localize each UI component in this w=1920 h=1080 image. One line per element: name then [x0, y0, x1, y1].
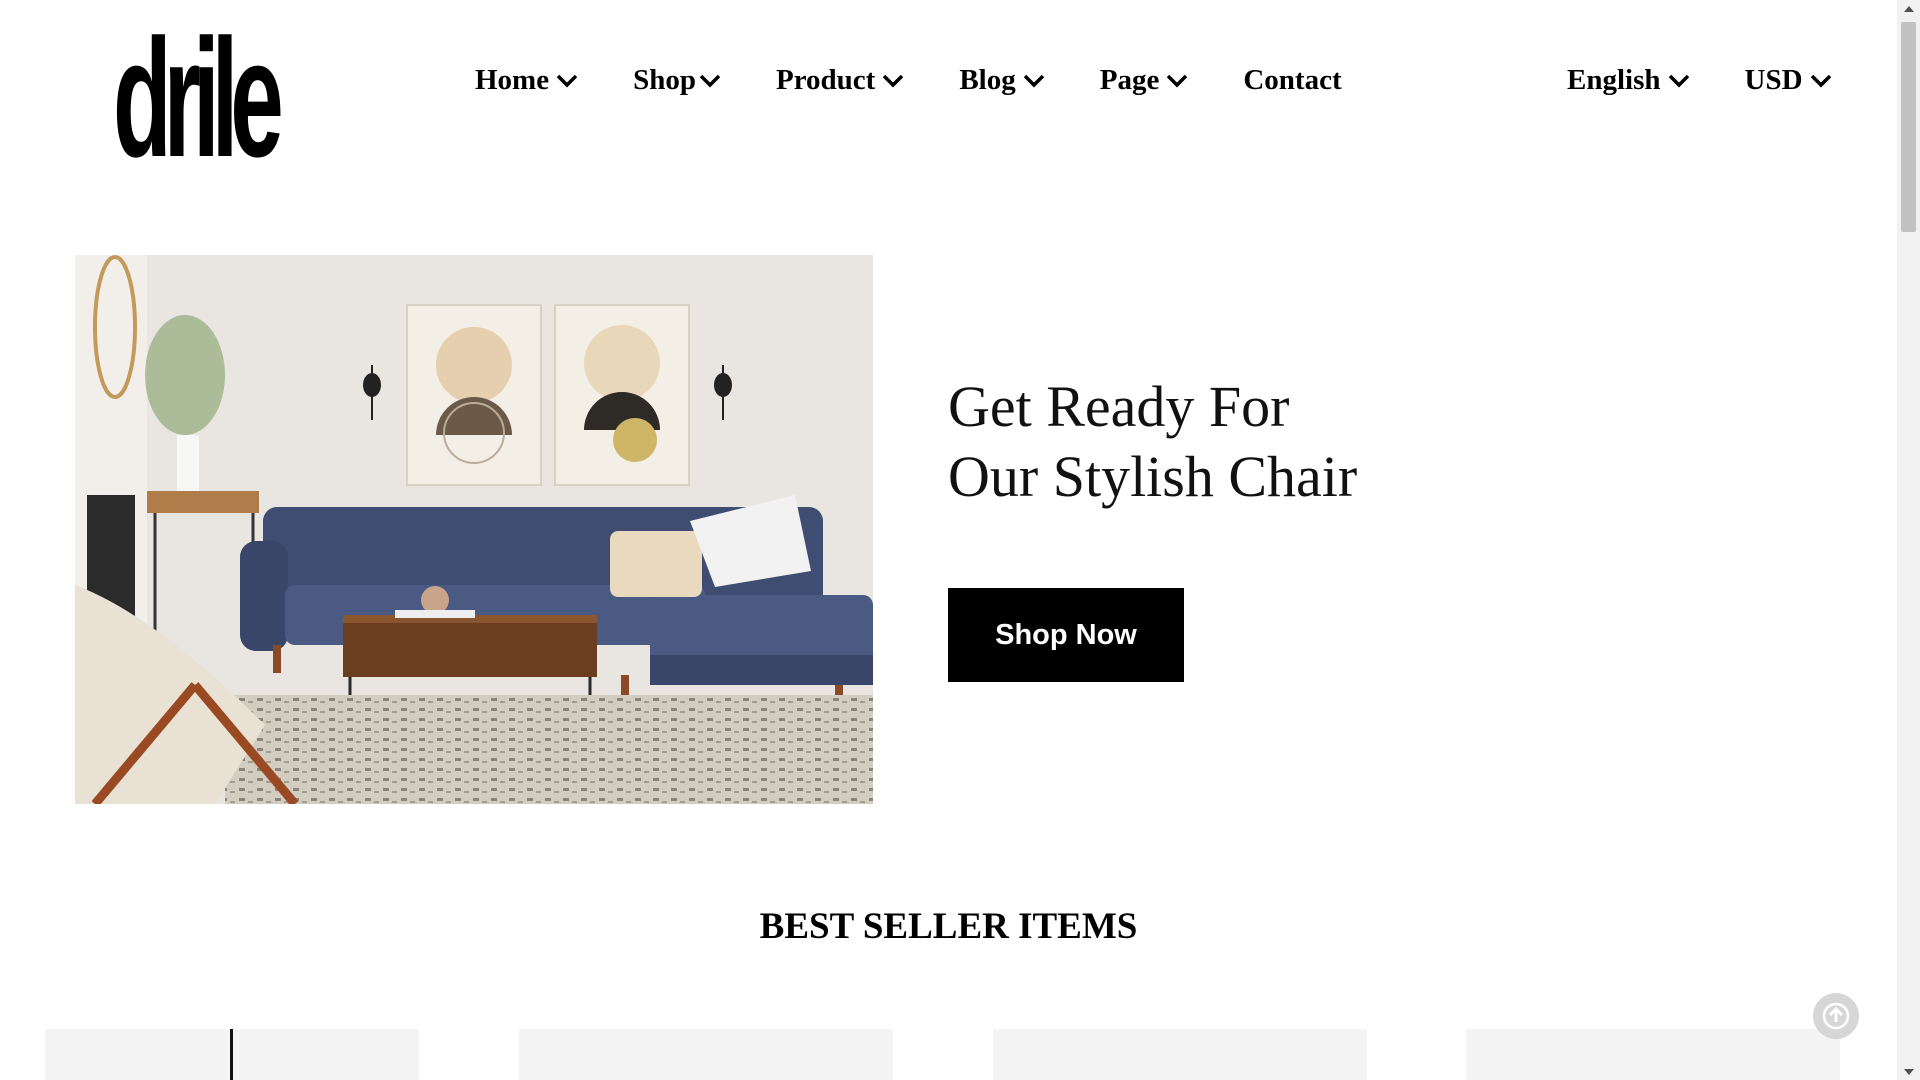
- language-selector[interactable]: English: [1567, 64, 1691, 97]
- nav-item-label: Shop: [633, 64, 696, 96]
- nav-item-shop[interactable]: Shop: [633, 64, 722, 97]
- nav-item-product[interactable]: Product: [776, 64, 905, 97]
- nav-item-label: Home: [475, 64, 550, 96]
- logo-text: drile: [113, 5, 284, 193]
- chevron-down-icon: [556, 74, 578, 87]
- currency-label: USD: [1744, 64, 1803, 96]
- product-card[interactable]: [993, 1029, 1367, 1080]
- page-scrollbar[interactable]: [1897, 0, 1920, 1080]
- chevron-down-icon: [1167, 74, 1188, 87]
- product-card[interactable]: [45, 1029, 419, 1080]
- arrow-up-circle-icon: [1822, 1002, 1850, 1030]
- chevron-down-icon: [1668, 74, 1689, 87]
- nav-item-page[interactable]: Page: [1100, 64, 1190, 97]
- nav-item-label: Contact: [1243, 64, 1342, 96]
- chevron-down-icon: [699, 74, 721, 87]
- currency-selector[interactable]: USD: [1745, 64, 1833, 97]
- nav-item-blog[interactable]: Blog: [959, 64, 1045, 97]
- best-seller-title: BEST SELLER ITEMS: [759, 906, 1138, 947]
- nav-item-label: Blog: [959, 64, 1016, 96]
- product-card[interactable]: [1466, 1029, 1840, 1080]
- nav-item-home[interactable]: Home: [475, 64, 579, 97]
- hero-image: [75, 255, 873, 804]
- page: drile Home Shop Product Blog Page Contac…: [0, 0, 1897, 1080]
- scroll-to-top-button[interactable]: [1813, 993, 1859, 1039]
- scrollbar-thumb[interactable]: [1901, 22, 1916, 232]
- main-nav: Home Shop Product Blog Page Contact: [475, 64, 1396, 97]
- shop-now-button[interactable]: Shop Now: [948, 588, 1184, 682]
- nav-item-label: Product: [775, 64, 876, 96]
- product-card[interactable]: [519, 1029, 893, 1080]
- language-label: English: [1567, 64, 1661, 96]
- hero-heading: Get Ready For Our Stylish Chair: [948, 372, 1357, 512]
- locale-nav: English USD: [1567, 64, 1833, 97]
- chevron-down-icon: [1810, 74, 1831, 87]
- scroll-up-arrow-icon[interactable]: [1897, 0, 1920, 17]
- hero-heading-line1: Get Ready For: [948, 374, 1290, 439]
- nav-item-contact[interactable]: Contact: [1243, 64, 1341, 97]
- site-logo[interactable]: drile: [113, 10, 284, 183]
- chevron-down-icon: [1023, 74, 1044, 87]
- nav-item-label: Page: [1099, 64, 1160, 96]
- chevron-down-icon: [883, 74, 904, 87]
- living-room-illustration: [75, 255, 873, 804]
- scroll-down-arrow-icon[interactable]: [1897, 1063, 1920, 1080]
- hero-heading-line2: Our Stylish Chair: [948, 444, 1358, 509]
- product-image-lamp: [230, 1029, 233, 1080]
